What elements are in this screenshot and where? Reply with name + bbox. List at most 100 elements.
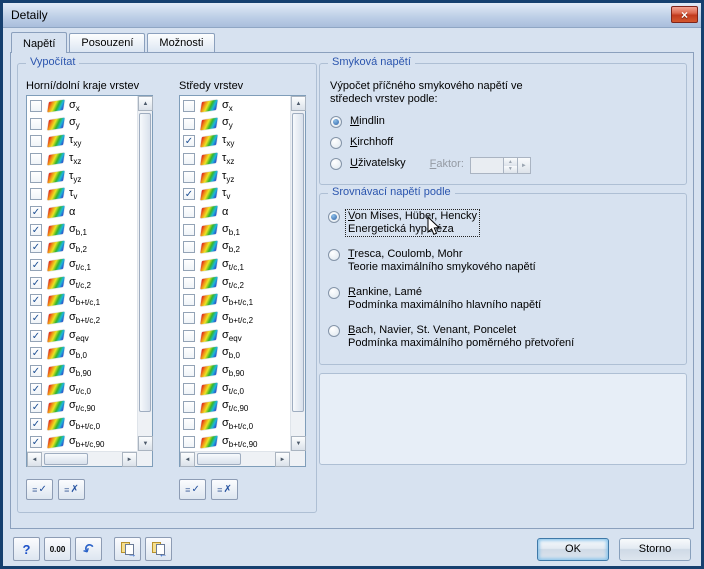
- vertical-scrollbar[interactable]: ▲ ▼: [290, 96, 306, 451]
- stress-item[interactable]: ✓ σb,2: [27, 239, 137, 257]
- checkbox[interactable]: ✓: [30, 418, 42, 431]
- tab-moznosti[interactable]: Možnosti: [147, 33, 216, 52]
- checkbox[interactable]: ✓: [30, 294, 42, 307]
- checkbox[interactable]: [183, 329, 195, 342]
- tab-napeti[interactable]: Napětí: [11, 32, 68, 53]
- scroll-down-button[interactable]: ▼: [138, 436, 153, 451]
- stress-item[interactable]: ✓ σb,0: [27, 345, 137, 363]
- checkbox[interactable]: ✓: [30, 241, 42, 254]
- stress-item[interactable]: ✓ σb,90: [27, 362, 137, 380]
- checkbox[interactable]: [30, 135, 42, 148]
- vertical-scrollbar[interactable]: ▲ ▼: [137, 96, 153, 451]
- scroll-track[interactable]: [42, 452, 122, 466]
- stress-item[interactable]: ✓ σt/c,1: [27, 256, 137, 274]
- stress-item[interactable]: τxy: [27, 132, 137, 150]
- stress-item[interactable]: σb,0: [180, 345, 290, 363]
- stress-item[interactable]: σt/c,1: [180, 256, 290, 274]
- stress-item[interactable]: σb+t/c,2: [180, 309, 290, 327]
- scroll-left-button[interactable]: ◄: [27, 452, 42, 467]
- stress-item[interactable]: ✓ τv: [180, 185, 290, 203]
- stress-item[interactable]: σb+t/c,1: [180, 292, 290, 310]
- checkbox[interactable]: [183, 170, 195, 183]
- radio-button[interactable]: [330, 158, 342, 170]
- scroll-track[interactable]: [291, 111, 305, 436]
- stress-item[interactable]: σt/c,90: [180, 398, 290, 416]
- checkbox[interactable]: [183, 435, 195, 448]
- radio-button[interactable]: [328, 249, 340, 261]
- ok-button[interactable]: OK: [537, 537, 609, 561]
- factor-input[interactable]: [469, 157, 504, 174]
- spin-up-button[interactable]: ▲: [503, 158, 517, 166]
- stress-item[interactable]: σx: [180, 97, 290, 115]
- checkbox[interactable]: [183, 400, 195, 413]
- checkbox[interactable]: [183, 223, 195, 236]
- stress-item[interactable]: ✓ σb+t/c,1: [27, 292, 137, 310]
- stress-item[interactable]: ✓ σb+t/c,2: [27, 309, 137, 327]
- stress-item[interactable]: τyz: [180, 168, 290, 186]
- radio-button[interactable]: [328, 325, 340, 337]
- stress-item[interactable]: σy: [27, 115, 137, 133]
- stress-item[interactable]: ✓ α: [27, 203, 137, 221]
- scroll-left-button[interactable]: ◄: [180, 452, 195, 467]
- checkbox[interactable]: [30, 170, 42, 183]
- checkbox[interactable]: [30, 152, 42, 165]
- select-all-button[interactable]: ≡ ✓: [179, 479, 206, 500]
- scroll-track[interactable]: [195, 452, 275, 466]
- radio-option-rankine[interactable]: Rankine, Lamé Podmínka maximálního hlavní…: [328, 286, 678, 312]
- checkbox[interactable]: [183, 365, 195, 378]
- stress-item[interactable]: σy: [180, 115, 290, 133]
- stress-item[interactable]: ✓ σeqv: [27, 327, 137, 345]
- scroll-thumb[interactable]: [44, 453, 88, 465]
- spin-expand-button[interactable]: ►: [517, 157, 531, 174]
- stress-item[interactable]: σb+t/c,0: [180, 415, 290, 433]
- checkbox[interactable]: [183, 241, 195, 254]
- checkbox[interactable]: [183, 382, 195, 395]
- stress-item[interactable]: ✓ σt/c,0: [27, 380, 137, 398]
- checkbox[interactable]: ✓: [30, 435, 42, 448]
- checkbox[interactable]: [183, 259, 195, 272]
- stress-item[interactable]: α: [180, 203, 290, 221]
- horizontal-scrollbar[interactable]: ◄ ►: [180, 451, 290, 467]
- stress-item[interactable]: σt/c,2: [180, 274, 290, 292]
- scroll-up-button[interactable]: ▲: [291, 96, 306, 111]
- select-all-button[interactable]: ≡ ✓: [26, 479, 53, 500]
- stress-item[interactable]: σb,2: [180, 239, 290, 257]
- deselect-all-button[interactable]: ≡ ✗: [58, 479, 85, 500]
- stress-item[interactable]: ✓ τxy: [180, 132, 290, 150]
- titlebar[interactable]: Detaily ×: [3, 3, 701, 28]
- radio-option-kirchhoff[interactable]: Kirchhoff: [330, 136, 686, 149]
- radio-option-bach[interactable]: Bach, Navier, St. Venant, Poncelet Podmín…: [328, 324, 678, 350]
- horizontal-scrollbar[interactable]: ◄ ►: [27, 451, 137, 467]
- stress-item[interactable]: ✓ σb+t/c,0: [27, 415, 137, 433]
- scroll-thumb[interactable]: [197, 453, 241, 465]
- checkbox[interactable]: [30, 188, 42, 201]
- checkbox[interactable]: [30, 117, 42, 130]
- checkbox[interactable]: [183, 276, 195, 289]
- checkbox[interactable]: [183, 152, 195, 165]
- stress-item[interactable]: σt/c,0: [180, 380, 290, 398]
- stress-item[interactable]: σb,1: [180, 221, 290, 239]
- tab-posouzeni[interactable]: Posouzení: [69, 33, 146, 52]
- stress-item[interactable]: τxz: [180, 150, 290, 168]
- stress-item[interactable]: σb+t/c,90: [180, 433, 290, 451]
- scroll-right-button[interactable]: ►: [122, 452, 137, 467]
- stress-item[interactable]: τv: [27, 185, 137, 203]
- checkbox[interactable]: [183, 117, 195, 130]
- checkbox[interactable]: ✓: [30, 400, 42, 413]
- radio-button[interactable]: [330, 137, 342, 149]
- checkbox[interactable]: ✓: [30, 259, 42, 272]
- stress-item[interactable]: σeqv: [180, 327, 290, 345]
- stress-item[interactable]: σx: [27, 97, 137, 115]
- units-button[interactable]: 0.00: [44, 537, 71, 561]
- checkbox[interactable]: [183, 418, 195, 431]
- checkbox[interactable]: ✓: [30, 329, 42, 342]
- deselect-all-button[interactable]: ≡ ✗: [211, 479, 238, 500]
- checkbox[interactable]: ✓: [30, 347, 42, 360]
- checkbox[interactable]: [183, 312, 195, 325]
- cancel-button[interactable]: Storno: [619, 537, 691, 561]
- scroll-thumb[interactable]: [292, 113, 304, 412]
- checkbox[interactable]: ✓: [30, 312, 42, 325]
- radio-option-uzivatelsky[interactable]: Uživatelsky Faktor: ▲ ▼ ►: [330, 157, 686, 174]
- checkbox[interactable]: ✓: [183, 135, 195, 148]
- spin-down-button[interactable]: ▼: [503, 165, 517, 173]
